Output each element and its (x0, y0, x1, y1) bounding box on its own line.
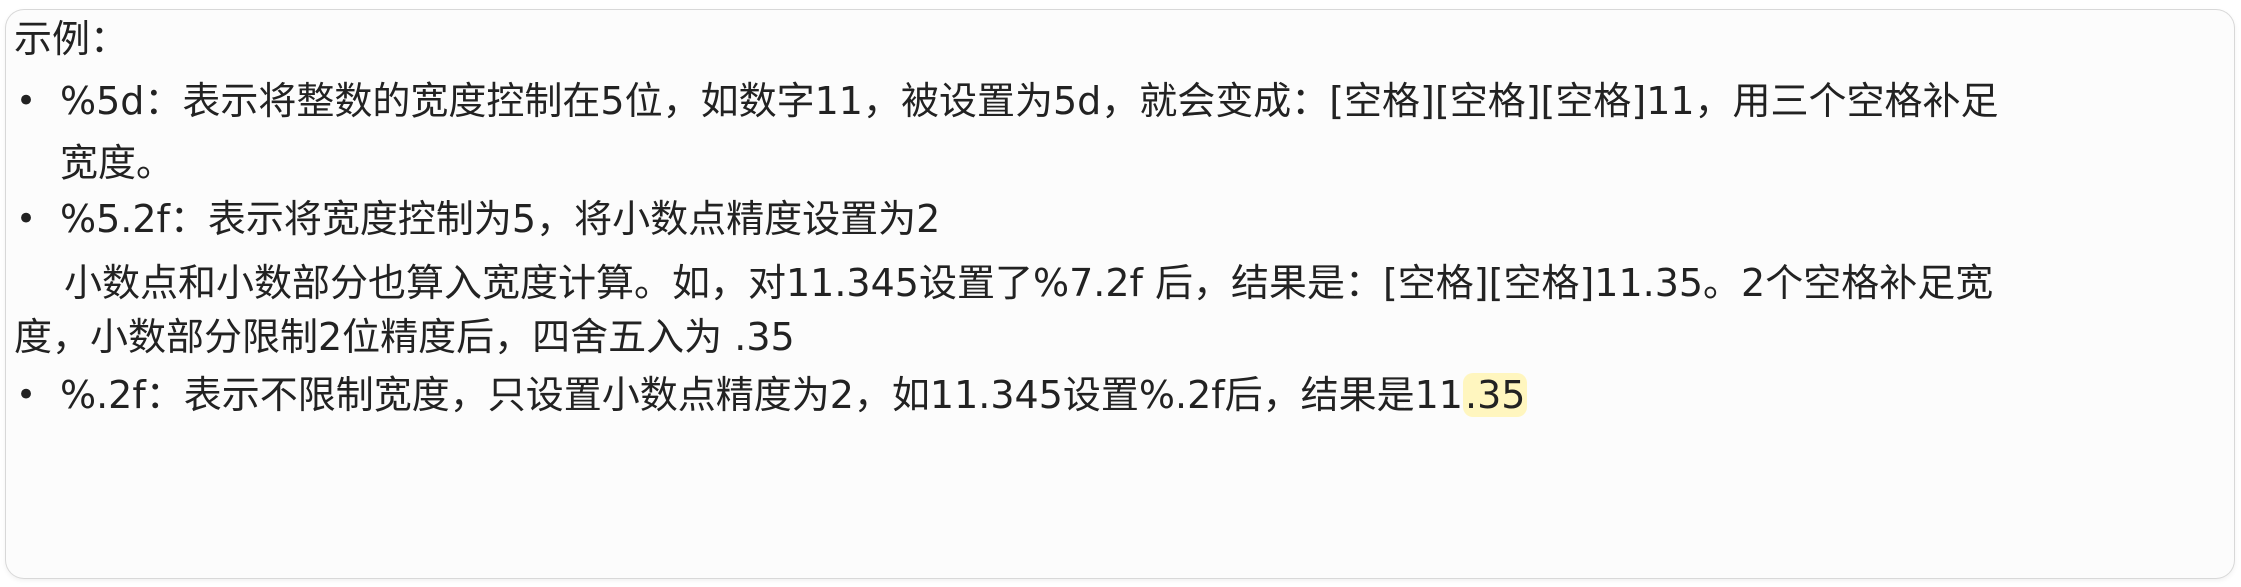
bullet-1-marker: • (16, 81, 37, 121)
document-body: 示例： • %5d：表示将整数的宽度控制在5位，如数字11，被设置为5d，就会变… (6, 10, 2234, 578)
heading: 示例： (14, 17, 129, 61)
bullet-1-line-2: 宽度。 (60, 141, 175, 185)
bullet-1-line-1: %5d：表示将整数的宽度控制在5位，如数字11，被设置为5d，就会变成：[空格]… (60, 79, 1999, 123)
paragraph-line-1: 小数点和小数部分也算入宽度计算。如，对11.345设置了%7.2f 后，结果是：… (64, 261, 1994, 305)
bullet-2-line-1: %5.2f：表示将宽度控制为5，将小数点精度设置为2 (60, 197, 941, 241)
bullet-3-marker: • (16, 375, 37, 415)
highlighted-text: .35 (1462, 373, 1528, 417)
bullet-3-line-1: %.2f：表示不限制宽度，只设置小数点精度为2，如11.345设置%.2f后，结… (60, 370, 1528, 420)
bullet-3-text: %.2f：表示不限制宽度，只设置小数点精度为2，如11.345设置%.2f后，结… (60, 373, 1463, 417)
paragraph-line-2: 度，小数部分限制2位精度后，四舍五入为 .35 (14, 315, 795, 359)
document-frame: 示例： • %5d：表示将整数的宽度控制在5位，如数字11，被设置为5d，就会变… (6, 10, 2234, 578)
bullet-2-marker: • (16, 199, 37, 239)
